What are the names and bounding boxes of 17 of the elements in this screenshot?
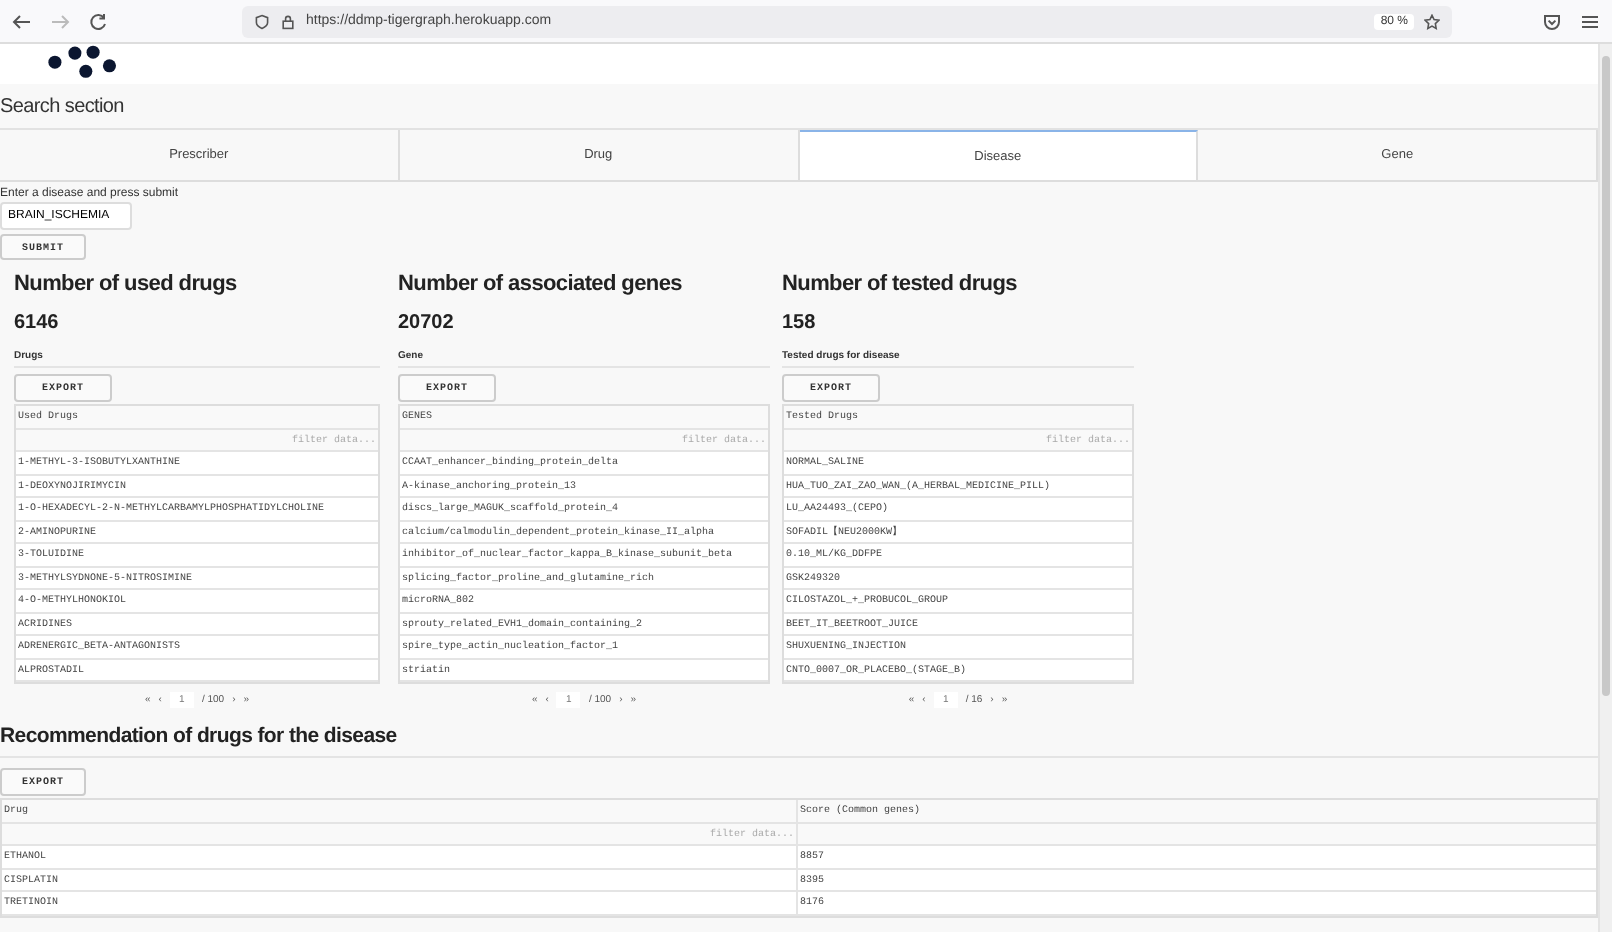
count-value: 20702 bbox=[398, 312, 454, 334]
count-value: 6146 bbox=[14, 312, 59, 334]
back-icon[interactable] bbox=[12, 11, 32, 31]
shield-icon bbox=[254, 13, 270, 29]
lock-icon bbox=[280, 13, 296, 29]
count-value: 158 bbox=[782, 312, 816, 334]
panel-heading: Number of used drugs bbox=[14, 272, 237, 296]
reload-icon[interactable] bbox=[88, 11, 108, 31]
scrollbar[interactable] bbox=[1598, 44, 1612, 932]
pocket-icon[interactable] bbox=[1542, 11, 1562, 31]
recommendation-heading: Recommendation of drugs for the disease bbox=[0, 724, 399, 748]
star-icon[interactable] bbox=[1424, 13, 1440, 29]
section-title: Search section bbox=[0, 95, 124, 117]
panel-heading: Number of associated genes bbox=[398, 272, 682, 296]
filter-field[interactable] bbox=[798, 823, 1596, 846]
menu-icon[interactable] bbox=[1580, 11, 1600, 31]
panel-heading: Number of tested drugs bbox=[782, 272, 1017, 296]
